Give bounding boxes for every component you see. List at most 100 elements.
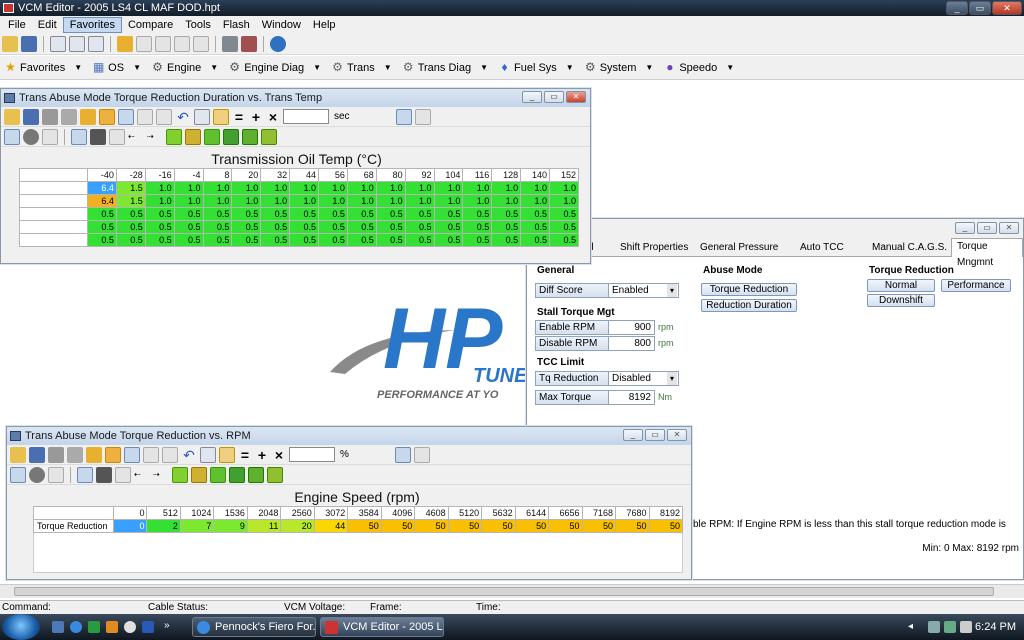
undo-icon[interactable]: ↶: [181, 447, 197, 463]
tq-reduction-select[interactable]: Disabled: [609, 371, 679, 386]
paste-icon[interactable]: [213, 108, 229, 125]
window-maximize-button[interactable]: ▭: [645, 429, 665, 441]
decimal-places-icon[interactable]: ⇢: [147, 129, 163, 145]
normal-button[interactable]: Normal: [867, 279, 935, 292]
table-cell[interactable]: 50: [447, 519, 483, 533]
window-minimize-button[interactable]: _: [522, 91, 542, 103]
select-icon[interactable]: [242, 128, 258, 145]
reduction-duration-button[interactable]: Reduction Duration: [701, 299, 797, 312]
table-grid2-icon[interactable]: [156, 108, 172, 125]
read-vehicle-icon[interactable]: [222, 35, 238, 52]
table-cell[interactable]: 0.5: [404, 233, 435, 247]
display-mode2-icon[interactable]: [414, 108, 431, 125]
window-close-button[interactable]: ✕: [566, 91, 586, 103]
decimal-places-icon[interactable]: ⇢: [153, 467, 169, 483]
favbar-system[interactable]: ⚙ System ▼: [584, 61, 654, 74]
table-cell[interactable]: 1.0: [375, 181, 406, 195]
table-cell[interactable]: 50: [581, 519, 617, 533]
tab-torque-mngmnt[interactable]: Torque Mngmnt: [951, 238, 1023, 268]
table-cell[interactable]: 0.5: [375, 220, 406, 234]
start-button[interactable]: [2, 614, 40, 640]
save-icon[interactable]: [23, 108, 39, 125]
table-cell[interactable]: 0.5: [433, 207, 464, 221]
table-cell[interactable]: 0.5: [115, 233, 146, 247]
table-cell[interactable]: 11: [246, 519, 282, 533]
table-cell[interactable]: 50: [514, 519, 550, 533]
network-tray-icon[interactable]: [928, 621, 940, 633]
table-cell[interactable]: 0.5: [231, 207, 262, 221]
tab-shift-properties[interactable]: Shift Properties: [615, 240, 693, 257]
grid2-icon[interactable]: [155, 35, 171, 52]
menu-compare[interactable]: Compare: [122, 18, 179, 32]
open-icon[interactable]: [10, 446, 26, 463]
horizontal-scrollbar[interactable]: [0, 584, 1024, 598]
grid3-icon[interactable]: [174, 35, 190, 52]
table-cell[interactable]: 50: [481, 519, 516, 533]
maximize-button[interactable]: ▭: [969, 1, 991, 15]
table-cell[interactable]: 0.5: [433, 233, 464, 247]
table-cell[interactable]: 0.5: [346, 233, 377, 247]
chart-icon[interactable]: [109, 128, 125, 145]
table-cell[interactable]: 1.0: [202, 181, 233, 195]
table-cell[interactable]: 9: [213, 519, 248, 533]
table-cell[interactable]: 0.5: [202, 220, 233, 234]
table-icon[interactable]: [10, 466, 26, 483]
table-cell[interactable]: 0.5: [202, 233, 233, 247]
table-cell[interactable]: 0.5: [549, 233, 579, 247]
plus-icon[interactable]: +: [255, 447, 269, 463]
table-cell[interactable]: 1.0: [404, 181, 435, 195]
interpolate-v-icon[interactable]: [204, 128, 220, 145]
favbar-trans-diag[interactable]: ⚙ Trans Diag ▼: [402, 61, 488, 74]
close-button[interactable]: ✕: [992, 1, 1022, 15]
document-edit-icon[interactable]: [69, 35, 85, 52]
open-icon[interactable]: [4, 108, 20, 125]
table-cell[interactable]: 0.5: [173, 207, 204, 221]
select-all-icon[interactable]: [267, 466, 283, 483]
decimal-shift-icon[interactable]: ⇠: [134, 467, 150, 483]
table-grid-icon[interactable]: [137, 108, 153, 125]
table-icon[interactable]: [4, 128, 20, 145]
fill-icon[interactable]: [223, 128, 239, 145]
table-cell[interactable]: 0.5: [87, 220, 117, 234]
table-cell[interactable]: 0.5: [346, 207, 377, 221]
multiply-icon[interactable]: ×: [272, 447, 286, 463]
diff-score-select[interactable]: Enabled: [609, 283, 679, 298]
table-icon[interactable]: [77, 466, 93, 483]
table-cell[interactable]: 7: [179, 519, 215, 533]
table-cell[interactable]: 0.5: [260, 207, 291, 221]
window-minimize-button[interactable]: _: [623, 429, 643, 441]
display-mode-icon[interactable]: [395, 108, 412, 125]
minimize-button[interactable]: _: [946, 1, 968, 15]
menu-favorites[interactable]: Favorites: [62, 16, 122, 33]
table-cell[interactable]: 0.5: [433, 220, 464, 234]
table-grid-icon[interactable]: [143, 446, 159, 463]
3d-view-icon[interactable]: [23, 128, 39, 145]
torque-reduction-button[interactable]: Torque Reduction: [701, 283, 797, 296]
outlook-icon[interactable]: [106, 621, 118, 633]
table-cell[interactable]: 0.5: [231, 220, 262, 234]
print-icon[interactable]: [48, 446, 64, 463]
favbar-os[interactable]: ▦ OS ▼: [92, 61, 141, 74]
undo-icon[interactable]: ↶: [175, 109, 191, 125]
table-cell[interactable]: 0.5: [491, 233, 522, 247]
table-cell[interactable]: 0.5: [520, 233, 550, 247]
favbar-engine[interactable]: ⚙ Engine ▼: [151, 61, 218, 74]
graph-icon[interactable]: [96, 466, 112, 483]
favbar-fuel-sys[interactable]: ♦ Fuel Sys ▼: [498, 61, 573, 74]
window-close-button[interactable]: ✕: [999, 222, 1019, 234]
favorite-icon[interactable]: [86, 446, 102, 463]
table-cell[interactable]: 0.5: [491, 207, 522, 221]
table-cell[interactable]: 1.0: [144, 194, 175, 208]
save-icon[interactable]: [21, 35, 37, 52]
favorite-icon[interactable]: [80, 108, 96, 125]
document-icon[interactable]: [50, 35, 66, 52]
show-desktop-icon[interactable]: [52, 621, 64, 633]
security-tray-icon[interactable]: [944, 621, 956, 633]
table-cell[interactable]: 0.5: [115, 207, 146, 221]
open-folder-icon[interactable]: [2, 35, 18, 52]
paste-icon[interactable]: [219, 446, 235, 463]
copy-icon[interactable]: [200, 446, 216, 463]
equals-icon[interactable]: =: [232, 109, 246, 125]
table-cell[interactable]: 6.4: [87, 194, 117, 208]
tray-expand-icon[interactable]: ◂: [908, 621, 913, 632]
